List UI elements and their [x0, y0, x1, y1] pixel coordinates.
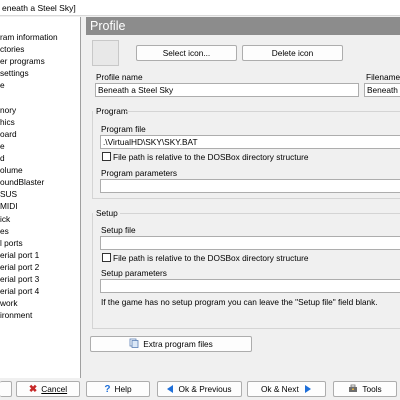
ok-next-label: Ok & Next — [260, 384, 299, 394]
tools-button[interactable]: Tools — [333, 381, 397, 397]
setup-hint-text: If the game has no setup program you can… — [101, 297, 378, 307]
profile-name-field[interactable]: Beneath a Steel Sky — [95, 83, 359, 97]
tree-item[interactable]: work — [0, 298, 18, 309]
delete-icon-button[interactable]: Delete icon — [242, 45, 343, 61]
profile-name-label: Profile name — [96, 72, 143, 82]
tree-item[interactable]: ctories — [0, 44, 24, 55]
program-file-field[interactable]: .\VirtualHD\SKY\SKY.BAT — [100, 135, 400, 149]
profile-icon-preview — [92, 40, 119, 66]
filename-field[interactable]: Beneath a — [364, 83, 400, 97]
files-icon — [129, 338, 139, 352]
tree-item[interactable]: erial port 4 — [0, 286, 39, 297]
ok-previous-label: Ok & Previous — [178, 384, 232, 394]
tree-item[interactable]: hics — [0, 117, 15, 128]
ok-previous-button[interactable]: Ok & Previous — [157, 381, 242, 397]
setup-parameters-label: Setup parameters — [101, 268, 167, 278]
arrow-right-icon — [305, 383, 312, 397]
ok-button[interactable] — [0, 381, 12, 397]
tree-item[interactable]: SUS — [0, 189, 17, 200]
page-title: Profile — [86, 17, 400, 35]
tree-item[interactable]: erial port 1 — [0, 250, 39, 261]
tree-item[interactable]: erial port 3 — [0, 274, 39, 285]
select-icon-button[interactable]: Select icon... — [136, 45, 237, 61]
extra-program-files-button[interactable]: Extra program files — [90, 336, 252, 352]
tree-item[interactable]: ram information — [0, 32, 58, 43]
setup-file-label: Setup file — [101, 225, 136, 235]
setup-parameters-field[interactable] — [100, 279, 400, 293]
settings-tree[interactable]: ram information ctories er programs setting… — [0, 17, 81, 378]
help-button[interactable]: ? Help — [86, 381, 150, 397]
tree-item[interactable]: es — [0, 226, 9, 237]
tree-item[interactable]: erial port 2 — [0, 262, 39, 273]
extra-program-files-label: Extra program files — [143, 339, 213, 349]
tree-item[interactable]: er programs — [0, 56, 45, 67]
tree-item[interactable]: settings — [0, 68, 29, 79]
program-file-label: Program file — [101, 124, 146, 134]
ok-next-button[interactable]: Ok & Next — [247, 381, 326, 397]
program-relative-label: File path is relative to the DOSBox dire… — [113, 152, 309, 162]
setup-relative-label: File path is relative to the DOSBox dire… — [113, 253, 309, 263]
setup-file-field[interactable] — [100, 236, 400, 250]
filename-label: Filename — [366, 72, 400, 82]
tree-item[interactable]: l ports — [0, 238, 23, 249]
arrow-left-icon — [167, 383, 174, 397]
help-label: Help — [114, 384, 132, 394]
window-title: eneath a Steel Sky] — [0, 0, 400, 16]
help-icon: ? — [104, 383, 111, 395]
program-parameters-label: Program parameters — [101, 168, 178, 178]
tools-icon — [348, 383, 358, 397]
cancel-label: Cancel — [41, 384, 68, 394]
tools-label: Tools — [362, 384, 382, 394]
tree-item[interactable]: e — [0, 80, 5, 91]
program-relative-checkbox[interactable] — [102, 152, 111, 161]
tree-item[interactable]: e — [0, 141, 5, 152]
program-parameters-field[interactable] — [100, 179, 400, 193]
cancel-button[interactable]: ✖ Cancel — [16, 381, 80, 397]
tree-item[interactable]: d — [0, 153, 5, 164]
setup-relative-checkbox[interactable] — [102, 253, 111, 262]
tree-item[interactable]: oundBlaster — [0, 177, 44, 188]
tree-item[interactable]: ick — [0, 214, 10, 225]
tree-item[interactable]: nory — [0, 105, 16, 116]
tree-item[interactable]: oard — [0, 129, 17, 140]
tree-item[interactable]: olume — [0, 165, 23, 176]
cancel-x-icon: ✖ — [28, 383, 38, 395]
tree-item[interactable]: ironment — [0, 310, 32, 321]
tree-item[interactable]: MIDI — [0, 201, 18, 212]
